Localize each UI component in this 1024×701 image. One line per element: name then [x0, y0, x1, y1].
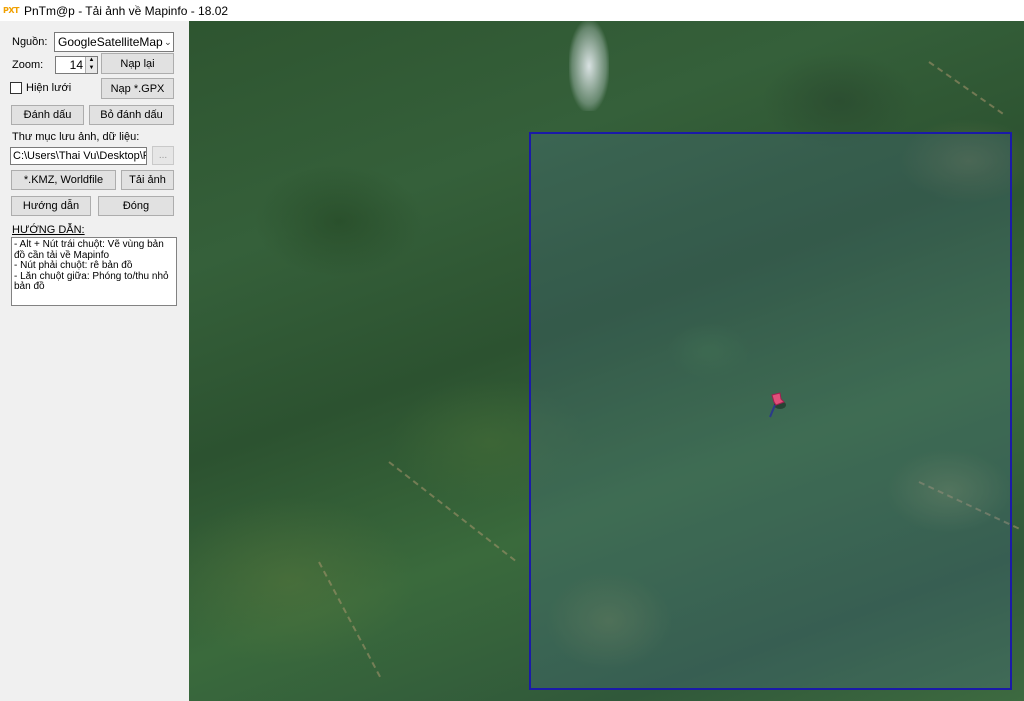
app-logo: PXT	[3, 6, 20, 15]
satellite-map[interactable]	[189, 21, 1024, 701]
source-select[interactable]: GoogleSatelliteMap ⌄	[54, 32, 174, 52]
cloud-patch	[569, 21, 609, 111]
download-button[interactable]: Tải ảnh	[121, 170, 174, 190]
help-button[interactable]: Hướng dẫn	[11, 196, 91, 216]
kmz-worldfile-button[interactable]: *.KMZ, Worldfile	[11, 170, 116, 190]
guide-heading: HƯỚNG DẪN:	[12, 224, 85, 236]
zoom-stepper[interactable]: 14 ▲ ▼	[55, 56, 98, 74]
browse-button[interactable]: ...	[152, 146, 174, 165]
guide-line: - Nút phải chuột: rê bản đồ	[14, 260, 133, 271]
spin-up-icon[interactable]: ▲	[86, 57, 97, 65]
map-road	[318, 561, 381, 678]
map-road	[928, 61, 1004, 115]
control-panel: Nguồn: GoogleSatelliteMap ⌄ Zoom: 14 ▲ ▼…	[0, 21, 189, 701]
folder-label: Thư mục lưu ảnh, dữ liệu:	[12, 131, 140, 143]
guide-line: - Lăn chuột giữa: Phóng to/thu nhỏ bản đ…	[14, 270, 169, 292]
load-gpx-button[interactable]: Nạp *.GPX	[101, 78, 174, 99]
source-value: GoogleSatelliteMap	[58, 35, 163, 49]
map-road	[388, 461, 516, 562]
reload-button[interactable]: Nạp lại	[101, 53, 174, 74]
window-title: PnTm@p - Tải ảnh về Mapinfo - 18.02	[24, 3, 229, 18]
title-bar: PXT PnTm@p - Tải ảnh về Mapinfo - 18.02	[0, 0, 1024, 21]
guide-box: - Alt + Nút trái chuột: Vẽ vùng bản đồ c…	[11, 237, 177, 306]
grid-checkbox[interactable]	[10, 82, 22, 94]
folder-path-input[interactable]: C:\Users\Thai Vu\Desktop\Pn	[10, 147, 147, 165]
unmark-button[interactable]: Bỏ đánh dấu	[89, 105, 174, 125]
map-pin-icon[interactable]	[766, 391, 788, 419]
source-label: Nguồn:	[12, 36, 48, 48]
close-button[interactable]: Đóng	[98, 196, 174, 216]
grid-checkbox-label[interactable]: Hiện lưới	[26, 82, 71, 94]
mark-button[interactable]: Đánh dấu	[11, 105, 84, 125]
guide-line: - Alt + Nút trái chuột: Vẽ vùng bản đồ c…	[14, 239, 164, 261]
spin-down-icon[interactable]: ▼	[86, 65, 97, 73]
zoom-value[interactable]: 14	[56, 57, 85, 73]
zoom-label: Zoom:	[12, 59, 44, 71]
chevron-down-icon[interactable]: ⌄	[163, 37, 173, 48]
